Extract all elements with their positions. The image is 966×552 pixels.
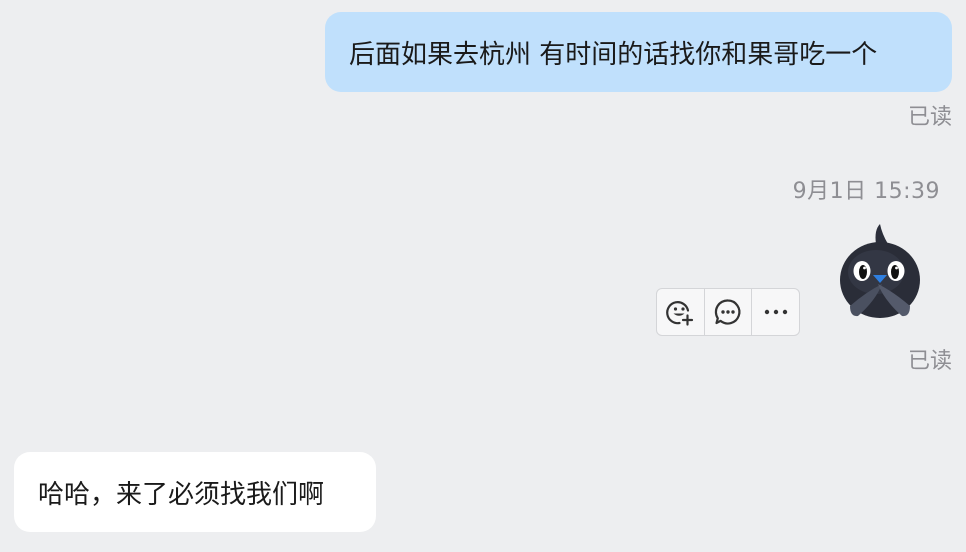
message-action-toolbar (656, 288, 800, 336)
reply-button[interactable] (705, 289, 753, 335)
message-text: 哈哈，来了必须找我们啊 (38, 479, 325, 510)
read-status: 已读 (907, 105, 952, 130)
read-status: 已读 (907, 349, 952, 374)
emoji-add-icon (666, 301, 694, 326)
message-text: 后面如果去杭州 有时间的话找你和果哥吃一个 (349, 39, 878, 70)
incoming-message-bubble[interactable]: 哈哈，来了必须找我们啊 (14, 452, 376, 532)
bird-sticker-icon (840, 224, 920, 318)
more-icon (764, 309, 787, 315)
add-reaction-button[interactable] (657, 289, 705, 335)
more-options-button[interactable] (752, 289, 799, 335)
bird-sticker[interactable] (836, 222, 928, 324)
outgoing-message-bubble[interactable]: 后面如果去杭州 有时间的话找你和果哥吃一个 (325, 12, 952, 92)
reply-bubble-icon (714, 299, 741, 325)
message-timestamp: 9月1日 15:39 (792, 179, 940, 204)
